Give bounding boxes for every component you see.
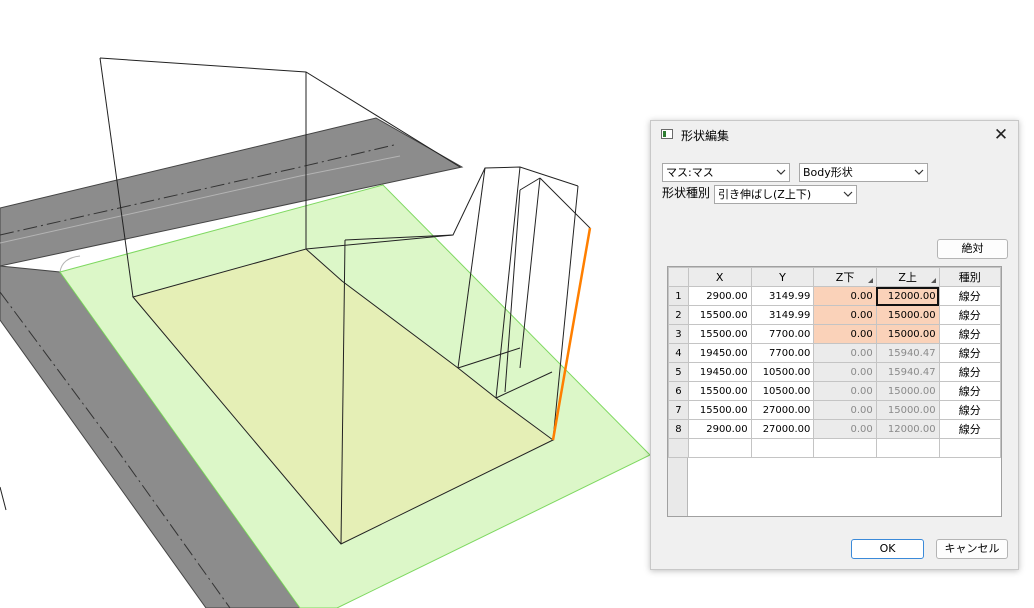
cell-y[interactable]: 10500.00	[750, 362, 815, 382]
chevron-down-icon	[843, 191, 853, 197]
cell-z-lower[interactable]: 0.00	[813, 324, 877, 344]
header-y[interactable]: Y	[750, 267, 815, 287]
cell-kind[interactable]: 線分	[938, 286, 1001, 306]
cell-kind-new[interactable]	[938, 438, 1001, 458]
stray-edge	[0, 486, 7, 511]
row-number[interactable]: 3	[668, 324, 689, 344]
shape-type-label: 形状種別	[662, 186, 711, 200]
cell-x[interactable]: 15500.00	[687, 400, 752, 420]
cell-z-upper: 15940.47	[875, 343, 940, 363]
cell-z-lower-new[interactable]	[813, 438, 877, 458]
cell-y[interactable]: 27000.00	[750, 419, 815, 439]
mass-select[interactable]: マス:マス	[662, 163, 790, 182]
cell-kind[interactable]: 線分	[938, 381, 1001, 401]
cell-z-upper[interactable]: 15000.00	[875, 305, 940, 325]
cell-z-upper: 15940.47	[875, 362, 940, 382]
cell-kind[interactable]: 線分	[938, 400, 1001, 420]
table-row: 4 19450.00 7700.00 0.00 15940.47 線分	[668, 343, 1001, 363]
shape-edit-dialog: 形状編集 ✕ マス:マス Body形状 形状種別 引き伸ばし(Z上下) 絶対 X…	[650, 120, 1019, 570]
vertex-grid[interactable]: X Y Z下 Z上 種別 1 2900.00 3149.99 0.00 1200…	[667, 266, 1002, 517]
cell-z-upper[interactable]: 12000.00	[875, 286, 940, 306]
cell-kind[interactable]: 線分	[938, 362, 1001, 382]
cell-kind[interactable]: 線分	[938, 343, 1001, 363]
cell-x[interactable]: 15500.00	[687, 324, 752, 344]
cell-x[interactable]: 15500.00	[687, 381, 752, 401]
table-row: 3 15500.00 7700.00 0.00 15000.00 線分	[668, 324, 1001, 344]
table-row: 1 2900.00 3149.99 0.00 12000.00 線分	[668, 286, 1001, 306]
table-row: 5 19450.00 10500.00 0.00 15940.47 線分	[668, 362, 1001, 382]
cell-z-lower: 0.00	[813, 381, 877, 401]
cell-x[interactable]: 2900.00	[687, 286, 752, 306]
shape-type-select-value: 引き伸ばし(Z上下)	[718, 188, 812, 201]
corner-header	[668, 267, 689, 287]
cell-y[interactable]: 27000.00	[750, 400, 815, 420]
cell-z-upper: 15000.00	[875, 400, 940, 420]
row-number[interactable]: 6	[668, 381, 689, 401]
cell-x-new[interactable]	[687, 438, 752, 458]
cell-z-lower: 0.00	[813, 362, 877, 382]
header-z-upper[interactable]: Z上	[875, 267, 940, 287]
table-row: 7 15500.00 27000.00 0.00 15000.00 線分	[668, 400, 1001, 420]
cell-x[interactable]: 2900.00	[687, 419, 752, 439]
cell-z-upper-new[interactable]	[875, 438, 940, 458]
table-row: 6 15500.00 10500.00 0.00 15000.00 線分	[668, 381, 1001, 401]
cell-kind[interactable]: 線分	[938, 419, 1001, 439]
dialog-titlebar[interactable]: 形状編集 ✕	[651, 121, 1018, 149]
cell-z-upper: 15000.00	[875, 381, 940, 401]
cell-y[interactable]: 10500.00	[750, 381, 815, 401]
cancel-button[interactable]: キャンセル	[936, 539, 1008, 559]
chevron-down-icon	[914, 169, 924, 175]
body-select-value: Body形状	[803, 166, 853, 179]
cell-x[interactable]: 19450.00	[687, 343, 752, 363]
row-number[interactable]: 2	[668, 305, 689, 325]
row-number[interactable]: 1	[668, 286, 689, 306]
cell-y[interactable]: 3149.99	[750, 286, 815, 306]
cell-z-lower[interactable]: 0.00	[813, 286, 877, 306]
chevron-down-icon	[776, 169, 786, 175]
body-select[interactable]: Body形状	[799, 163, 928, 182]
cell-kind[interactable]: 線分	[938, 324, 1001, 344]
cell-z-lower: 0.00	[813, 400, 877, 420]
cell-y[interactable]: 3149.99	[750, 305, 815, 325]
table-row-new	[668, 438, 1001, 458]
cell-z-upper: 12000.00	[875, 419, 940, 439]
cell-x[interactable]: 19450.00	[687, 362, 752, 382]
mass-select-value: マス:マス	[666, 166, 714, 179]
row-number[interactable]: 4	[668, 343, 689, 363]
dialog-title: 形状編集	[681, 129, 730, 143]
cell-y[interactable]: 7700.00	[750, 324, 815, 344]
ok-button[interactable]: OK	[851, 539, 924, 559]
cell-z-lower[interactable]: 0.00	[813, 305, 877, 325]
app-icon	[661, 129, 673, 139]
cell-z-lower: 0.00	[813, 419, 877, 439]
cell-x[interactable]: 15500.00	[687, 305, 752, 325]
table-header-row: X Y Z下 Z上 種別	[668, 267, 1001, 287]
header-z-lower[interactable]: Z下	[813, 267, 877, 287]
table-row: 2 15500.00 3149.99 0.00 15000.00 線分	[668, 305, 1001, 325]
header-kind[interactable]: 種別	[938, 267, 1001, 287]
shape-type-select[interactable]: 引き伸ばし(Z上下)	[714, 185, 857, 204]
cell-y-new[interactable]	[750, 438, 815, 458]
vertex-table: X Y Z下 Z上 種別 1 2900.00 3149.99 0.00 1200…	[668, 267, 1001, 458]
cell-y[interactable]: 7700.00	[750, 343, 815, 363]
row-number-new[interactable]	[668, 438, 689, 458]
row-number[interactable]: 5	[668, 362, 689, 382]
cell-z-upper[interactable]: 15000.00	[875, 324, 940, 344]
cell-kind[interactable]: 線分	[938, 305, 1001, 325]
cell-z-lower: 0.00	[813, 343, 877, 363]
close-icon[interactable]: ✕	[988, 123, 1014, 147]
row-number[interactable]: 8	[668, 419, 689, 439]
absolute-button[interactable]: 絶対	[937, 239, 1008, 259]
row-number[interactable]: 7	[668, 400, 689, 420]
table-row: 8 2900.00 27000.00 0.00 12000.00 線分	[668, 419, 1001, 439]
header-x[interactable]: X	[687, 267, 752, 287]
